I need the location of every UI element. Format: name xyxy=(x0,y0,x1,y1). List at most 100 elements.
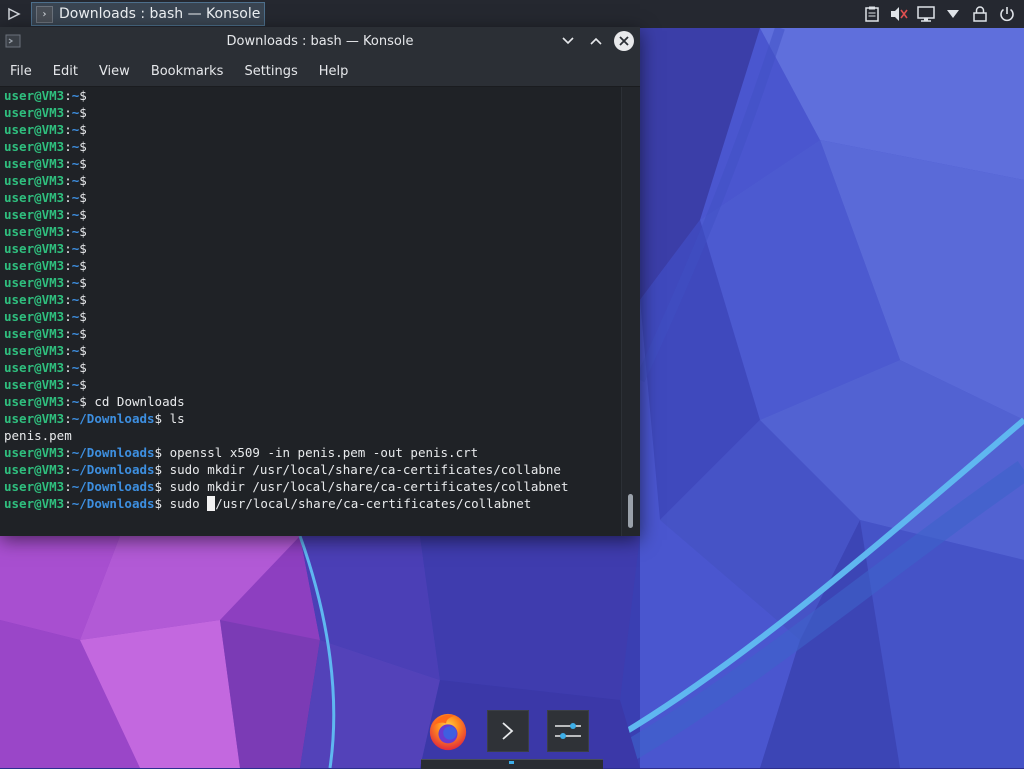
taskbar-task-konsole[interactable]: › Downloads : bash — Konsole xyxy=(31,2,265,26)
terminal-line: user@VM3:~/Downloads$ sudo /usr/local/sh… xyxy=(4,495,622,512)
prompt-dollar: $ xyxy=(154,496,170,511)
window-titlebar[interactable]: Downloads : bash — Konsole xyxy=(0,27,640,56)
prompt-separator: : xyxy=(64,122,72,137)
prompt-user-host: user@VM3 xyxy=(4,445,65,460)
menu-bar: File Edit View Bookmarks Settings Help xyxy=(0,56,640,87)
dock-firefox[interactable] xyxy=(427,710,469,752)
menu-edit[interactable]: Edit xyxy=(44,64,90,79)
prompt-separator: : xyxy=(64,105,72,120)
terminal-line: user@VM3:~$ cd Downloads xyxy=(4,393,622,410)
prompt-user-host: user@VM3 xyxy=(4,105,65,120)
terminal-line: user@VM3:~$ xyxy=(4,291,622,308)
prompt-dollar: $ xyxy=(79,156,95,171)
network-icon[interactable] xyxy=(917,5,935,23)
prompt-dollar: $ xyxy=(154,411,170,426)
terminal-output[interactable]: user@VM3:~$ user@VM3:~$ user@VM3:~$ user… xyxy=(0,87,622,536)
prompt-user-host: user@VM3 xyxy=(4,139,65,154)
prompt-separator: : xyxy=(64,343,72,358)
konsole-icon: › xyxy=(36,5,53,23)
clipboard-icon[interactable] xyxy=(863,5,881,23)
firefox-icon xyxy=(429,713,467,751)
prompt-user-host: user@VM3 xyxy=(4,292,65,307)
dock-konsole[interactable] xyxy=(487,710,529,752)
prompt-dollar: $ xyxy=(79,224,95,239)
prompt-dollar: $ xyxy=(79,139,95,154)
prompt-user-host: user@VM3 xyxy=(4,394,65,409)
menu-file[interactable]: File xyxy=(4,64,44,79)
dock-settings[interactable] xyxy=(547,710,589,752)
terminal-line: user@VM3:~$ xyxy=(4,359,622,376)
window-title: Downloads : bash — Konsole xyxy=(226,34,414,49)
command-text: sudo xyxy=(169,496,208,511)
prompt-dollar: $ xyxy=(79,88,95,103)
scrollbar-thumb[interactable] xyxy=(628,494,633,528)
prompt-separator: : xyxy=(64,462,72,477)
prompt-dollar: $ xyxy=(79,190,95,205)
system-tray xyxy=(863,0,1016,28)
terminal-chevron-icon xyxy=(502,722,514,740)
volume-muted-icon[interactable] xyxy=(890,5,908,23)
power-icon[interactable] xyxy=(998,5,1016,23)
terminal-line: user@VM3:~$ xyxy=(4,274,622,291)
terminal-scrollbar[interactable] xyxy=(621,87,640,536)
prompt-dollar: $ xyxy=(154,445,170,460)
prompt-dollar: $ xyxy=(79,173,95,188)
prompt-user-host: user@VM3 xyxy=(4,411,65,426)
prompt-dollar: $ xyxy=(79,360,95,375)
prompt-dollar: $ xyxy=(79,241,95,256)
terminal-line: user@VM3:~/Downloads$ sudo mkdir /usr/lo… xyxy=(4,461,622,478)
menu-help[interactable]: Help xyxy=(310,64,361,79)
terminal-line: user@VM3:~/Downloads$ sudo mkdir /usr/lo… xyxy=(4,478,622,495)
prompt-separator: : xyxy=(64,394,72,409)
terminal-line: user@VM3:~$ xyxy=(4,325,622,342)
expand-arrow-icon[interactable] xyxy=(944,5,962,23)
minimize-button[interactable] xyxy=(558,31,578,51)
app-launcher[interactable] xyxy=(0,0,28,28)
prompt-separator: : xyxy=(64,241,72,256)
prompt-separator: : xyxy=(64,190,72,205)
prompt-separator: : xyxy=(64,88,72,103)
close-button[interactable] xyxy=(614,31,634,51)
command-output: penis.pem xyxy=(4,428,72,443)
prompt-dollar: $ xyxy=(79,377,95,392)
prompt-path: ~/Downloads xyxy=(71,445,155,460)
prompt-user-host: user@VM3 xyxy=(4,326,65,341)
prompt-dollar: $ xyxy=(79,105,95,120)
command-text: sudo mkdir /usr/local/share/ca-certifica… xyxy=(169,462,561,477)
prompt-user-host: user@VM3 xyxy=(4,377,65,392)
prompt-dollar: $ xyxy=(79,394,95,409)
menu-settings[interactable]: Settings xyxy=(235,64,309,79)
settings-sliders-icon xyxy=(555,723,581,739)
prompt-dollar: $ xyxy=(79,275,95,290)
prompt-dollar: $ xyxy=(79,326,95,341)
terminal-line: user@VM3:~$ xyxy=(4,308,622,325)
prompt-separator: : xyxy=(64,258,72,273)
command-text: /usr/local/share/ca-certificates/collabn… xyxy=(215,496,532,511)
prompt-separator: : xyxy=(64,360,72,375)
prompt-user-host: user@VM3 xyxy=(4,275,65,290)
prompt-user-host: user@VM3 xyxy=(4,241,65,256)
prompt-user-host: user@VM3 xyxy=(4,173,65,188)
command-text: cd Downloads xyxy=(94,394,185,409)
konsole-window: Downloads : bash — Konsole File Edit Vie… xyxy=(0,27,640,536)
prompt-separator: : xyxy=(64,292,72,307)
prompt-separator: : xyxy=(64,275,72,290)
menu-view[interactable]: View xyxy=(90,64,142,79)
terminal-line: user@VM3:~$ xyxy=(4,172,622,189)
menu-bookmarks[interactable]: Bookmarks xyxy=(142,64,236,79)
top-panel: › Downloads : bash — Konsole xyxy=(0,0,1024,28)
prompt-dollar: $ xyxy=(154,479,170,494)
prompt-separator: : xyxy=(64,445,72,460)
terminal-line: user@VM3:~$ xyxy=(4,206,622,223)
terminal-line: user@VM3:~$ xyxy=(4,223,622,240)
prompt-dollar: $ xyxy=(79,309,95,324)
prompt-separator: : xyxy=(64,309,72,324)
maximize-button[interactable] xyxy=(586,31,606,51)
prompt-path: ~/Downloads xyxy=(71,496,155,511)
prompt-separator: : xyxy=(64,479,72,494)
terminal-line: user@VM3:~$ xyxy=(4,87,622,104)
terminal-line: penis.pem xyxy=(4,427,622,444)
lock-icon[interactable] xyxy=(971,5,989,23)
prompt-user-host: user@VM3 xyxy=(4,156,65,171)
terminal-line: user@VM3:~/Downloads$ ls xyxy=(4,410,622,427)
